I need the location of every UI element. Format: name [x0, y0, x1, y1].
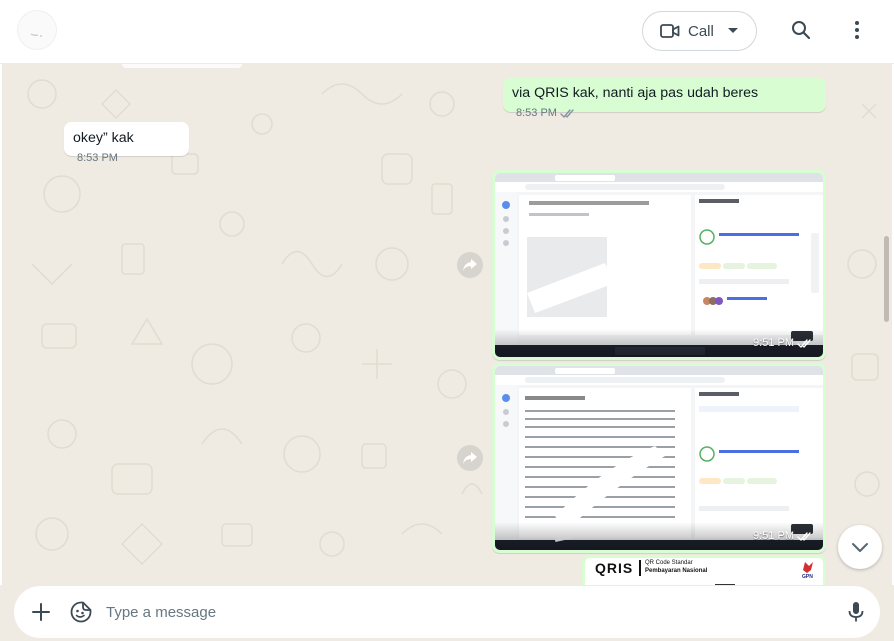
voice-message-button[interactable]	[844, 600, 868, 624]
message-meta: 8:53 PM	[77, 152, 118, 164]
double-check-icon	[560, 108, 576, 119]
message-meta: 8:53 PM	[516, 107, 576, 119]
message-time: 8:53 PM	[77, 152, 118, 164]
message-outgoing-image[interactable]: 9:51 PM	[492, 170, 826, 360]
sticker-icon	[70, 601, 92, 623]
menu-dots-icon	[855, 21, 859, 39]
search-button[interactable]	[789, 18, 813, 42]
message-composer	[14, 586, 880, 638]
chevron-down-icon[interactable]	[727, 28, 738, 34]
message-input[interactable]	[106, 600, 826, 624]
microphone-icon	[848, 602, 864, 622]
chevron-down-icon	[852, 542, 868, 552]
message-outgoing[interactable]: via QRIS kak, nanti aja pas udah beres 8…	[503, 78, 826, 119]
scroll-to-bottom-button[interactable]	[838, 525, 882, 569]
search-icon	[792, 21, 811, 40]
attach-button[interactable]	[30, 601, 52, 623]
double-check-icon	[797, 338, 813, 349]
previous-message-edge	[122, 64, 242, 68]
double-check-icon	[797, 531, 813, 542]
image-thumbnail[interactable]: 9:51 PM	[495, 173, 823, 357]
message-meta: 9:51 PM	[753, 530, 813, 542]
message-time: 8:53 PM	[516, 107, 557, 119]
qris-image[interactable]: QRIS QR Code Standar Pembayaran Nasional…	[585, 558, 823, 585]
call-button[interactable]: Call	[642, 11, 757, 51]
message-text: okey” kak	[73, 130, 134, 146]
chat-header: Call	[0, 0, 894, 64]
message-outgoing-image[interactable]: QRIS QR Code Standar Pembayaran Nasional…	[582, 555, 826, 585]
qris-line1: QR Code Standar	[645, 560, 693, 566]
message-outgoing-image[interactable]: 9:51 PM	[492, 363, 826, 553]
message-text: via QRIS kak, nanti aja pas udah beres	[512, 85, 759, 101]
forward-icon	[463, 259, 477, 271]
qris-brand: QRIS	[595, 560, 634, 576]
message-incoming[interactable]: okey” kak 8:53 PM	[64, 122, 189, 164]
plus-icon	[32, 603, 50, 621]
video-camera-icon	[660, 23, 680, 39]
forward-button[interactable]	[457, 445, 483, 471]
image-thumbnail[interactable]: 9:51 PM	[495, 366, 823, 550]
message-time: 9:51 PM	[753, 337, 794, 349]
contact-avatar[interactable]	[17, 10, 57, 50]
message-list[interactable]: via QRIS kak, nanti aja pas udah beres 8…	[2, 64, 892, 585]
scrollbar-thumb[interactable]	[884, 236, 889, 322]
message-meta: 9:51 PM	[753, 337, 813, 349]
avatar-image	[17, 10, 57, 50]
gpn-badge: GPN	[802, 574, 813, 580]
message-time: 9:51 PM	[753, 530, 794, 542]
call-button-label: Call	[688, 22, 714, 40]
sticker-button[interactable]	[69, 600, 93, 624]
forward-icon	[463, 452, 477, 464]
qris-line2: Pembayaran Nasional	[645, 568, 708, 574]
menu-button[interactable]	[845, 18, 869, 42]
forward-button[interactable]	[457, 252, 483, 278]
